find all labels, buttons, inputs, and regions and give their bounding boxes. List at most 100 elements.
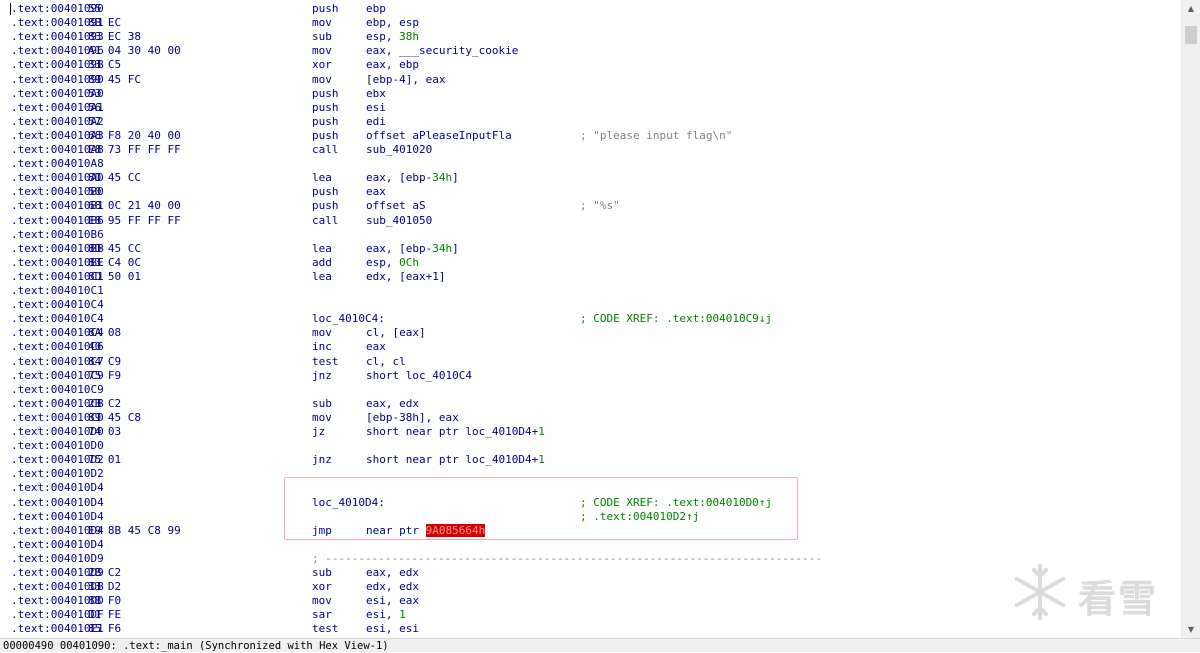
disasm-line[interactable]: .text:004010E1 85 F6 test esi, esi [0,622,1180,636]
mnemonic[interactable]: push [312,185,339,199]
operands[interactable]: eax, edx [366,566,419,580]
operand-text[interactable]: esi, eax [366,594,419,607]
operand-text[interactable]: ebp [366,2,386,15]
operand-text[interactable]: ebx [366,87,386,100]
disasm-line[interactable]: .text:004010A8 E8 73 FF FF FF call sub_4010… [0,143,1180,157]
mnemonic[interactable]: add [312,256,332,270]
disasm-line[interactable]: .text:00401091 8B EC mov ebp, esp [0,16,1180,30]
line-address[interactable]: .text:004010D4 [11,481,104,495]
disasm-line[interactable]: .text:004010C1 8D 50 01 lea edx, [eax+1] [0,270,1180,284]
operands[interactable]: eax, [ebp-34h] [366,242,459,256]
operand-text[interactable]: sub_401020 [366,143,432,156]
operand-text[interactable]: esi, [366,608,399,621]
operand-text[interactable]: ebp, esp [366,16,419,29]
mnemonic[interactable]: jz [312,425,325,439]
mnemonic[interactable]: call [312,214,339,228]
line-address[interactable]: .text:004010D4 [11,510,104,524]
disassembly-view[interactable]: .text:00401090 55 push ebp .text:00401091 8B … [0,0,1182,638]
operands[interactable]: eax, [ebp-34h] [366,171,459,185]
disasm-line[interactable]: .text:004010D0 [0,439,1180,453]
scroll-up-arrow-icon[interactable]: ▲ [1182,0,1200,17]
disasm-line[interactable]: .text:00401093 83 EC 38 sub esp, 38h [0,30,1180,44]
operands[interactable]: eax, edx [366,397,419,411]
disasm-line[interactable]: .text:004010C4 loc_4010C4: ; CODE XREF: .t… [0,312,1180,326]
disasm-line[interactable]: .text:00401090 55 push ebp [0,2,1180,16]
mnemonic[interactable]: push [312,87,339,101]
mnemonic[interactable]: mov [312,16,332,30]
operands[interactable]: [ebp-38h], eax [366,411,459,425]
mnemonic[interactable]: jnz [312,453,332,467]
mnemonic[interactable]: test [312,622,339,636]
operand-text[interactable]: edx, [eax+1] [366,270,445,283]
operands[interactable]: sub_401020 [366,143,432,157]
disasm-line[interactable]: .text:004010A0 53 push ebx [0,87,1180,101]
line-address[interactable]: .text:004010C9 [11,383,104,397]
line-address[interactable]: .text:004010D9 [11,552,104,566]
operands[interactable]: esi, esi [366,622,419,636]
operands[interactable]: edx, edx [366,580,419,594]
disasm-line[interactable]: .text:004010B6 E8 95 FF FF FF call sub_4010… [0,214,1180,228]
disasm-line[interactable]: .text:0040109B 33 C5 xor eax, ebp [0,58,1180,72]
operands[interactable]: cl, [eax] [366,326,426,340]
operands[interactable]: eax, ebp [366,58,419,72]
disasm-line[interactable]: .text:0040109D 89 45 FC mov [ebp-4], eax [0,73,1180,87]
mnemonic[interactable]: mov [312,594,332,608]
operands[interactable]: offset aPleaseInputFla [366,129,512,143]
operand-text[interactable]: eax [366,340,386,353]
mnemonic[interactable]: mov [312,326,332,340]
disasm-line[interactable]: .text:004010A8 [0,157,1180,171]
operands[interactable]: short loc_4010C4 [366,369,472,383]
disasm-line[interactable]: .text:004010DB 33 D2 xor edx, edx [0,580,1180,594]
mnemonic[interactable]: lea [312,270,332,284]
mnemonic[interactable]: inc [312,340,332,354]
mnemonic[interactable]: test [312,355,339,369]
disasm-line[interactable]: .text:004010C7 84 C9 test cl, cl [0,355,1180,369]
disasm-line[interactable]: .text:004010B1 68 0C 21 40 00 push offset a… [0,199,1180,213]
operands[interactable]: eax [366,185,386,199]
operands[interactable]: short near ptr loc_4010D4+1 [366,453,545,467]
disasm-line[interactable]: .text:004010B6 [0,228,1180,242]
line-address[interactable]: .text:004010D2 [11,467,104,481]
operand-text[interactable]: eax [366,185,386,198]
line-address[interactable]: .text:004010A8 [11,157,104,171]
mnemonic[interactable]: push [312,199,339,213]
operands[interactable]: ebp [366,2,386,16]
line-address[interactable]: .text:004010C4 [11,298,104,312]
operand-text[interactable]: edx, edx [366,580,419,593]
mnemonic[interactable]: mov [312,73,332,87]
disasm-line[interactable]: .text:004010A2 57 push edi [0,115,1180,129]
disasm-line[interactable]: .text:004010A3 68 F8 20 40 00 push offset a… [0,129,1180,143]
operand-text[interactable]: cl, cl [366,355,406,368]
mnemonic[interactable]: jnz [312,369,332,383]
mnemonic[interactable]: xor [312,580,332,594]
disasm-line[interactable]: .text:004010C6 40 inc eax [0,340,1180,354]
disasm-line[interactable]: .text:004010C4 8A 08 mov cl, [eax] [0,326,1180,340]
mnemonic[interactable]: sub [312,566,332,580]
disasm-line[interactable]: .text:004010CB 2B C2 sub eax, edx [0,397,1180,411]
code-label[interactable]: loc_4010C4: [312,312,385,326]
disasm-line[interactable]: .text:004010CD 89 45 C8 mov [ebp-38h], eax [0,411,1180,425]
disasm-line[interactable]: .text:004010D9 ; ------------------------… [0,552,1180,566]
code-xref[interactable]: ; CODE XREF: .text:004010C9↓j [580,312,772,326]
line-address[interactable]: .text:004010C4 [11,312,104,326]
operands[interactable]: esi [366,101,386,115]
operand-text[interactable]: edi [366,115,386,128]
disasm-line[interactable]: .text:004010BB 8D 45 CC lea eax, [ebp-34h] [0,242,1180,256]
operand-text[interactable]: short loc_4010C4 [366,369,472,382]
operands[interactable]: short near ptr loc_4010D4+1 [366,425,545,439]
mnemonic[interactable]: push [312,115,339,129]
line-address[interactable]: .text:004010D0 [11,439,104,453]
operands[interactable]: esp, 0Ch [366,256,419,270]
operands[interactable]: edi [366,115,386,129]
operand-text[interactable]: eax, ___security_cookie [366,44,518,57]
operands[interactable]: esi, 1 [366,608,406,622]
mnemonic[interactable]: sub [312,30,332,44]
mnemonic[interactable]: push [312,129,339,143]
operand-text[interactable]: esi, esi [366,622,419,635]
mnemonic[interactable]: lea [312,242,332,256]
operands[interactable]: eax, ___security_cookie [366,44,518,58]
mnemonic[interactable]: sar [312,608,332,622]
disasm-line[interactable]: .text:00401096 A1 04 30 40 00 mov eax, ___s… [0,44,1180,58]
disasm-line[interactable]: .text:004010A1 56 push esi [0,101,1180,115]
operands[interactable]: edx, [eax+1] [366,270,445,284]
